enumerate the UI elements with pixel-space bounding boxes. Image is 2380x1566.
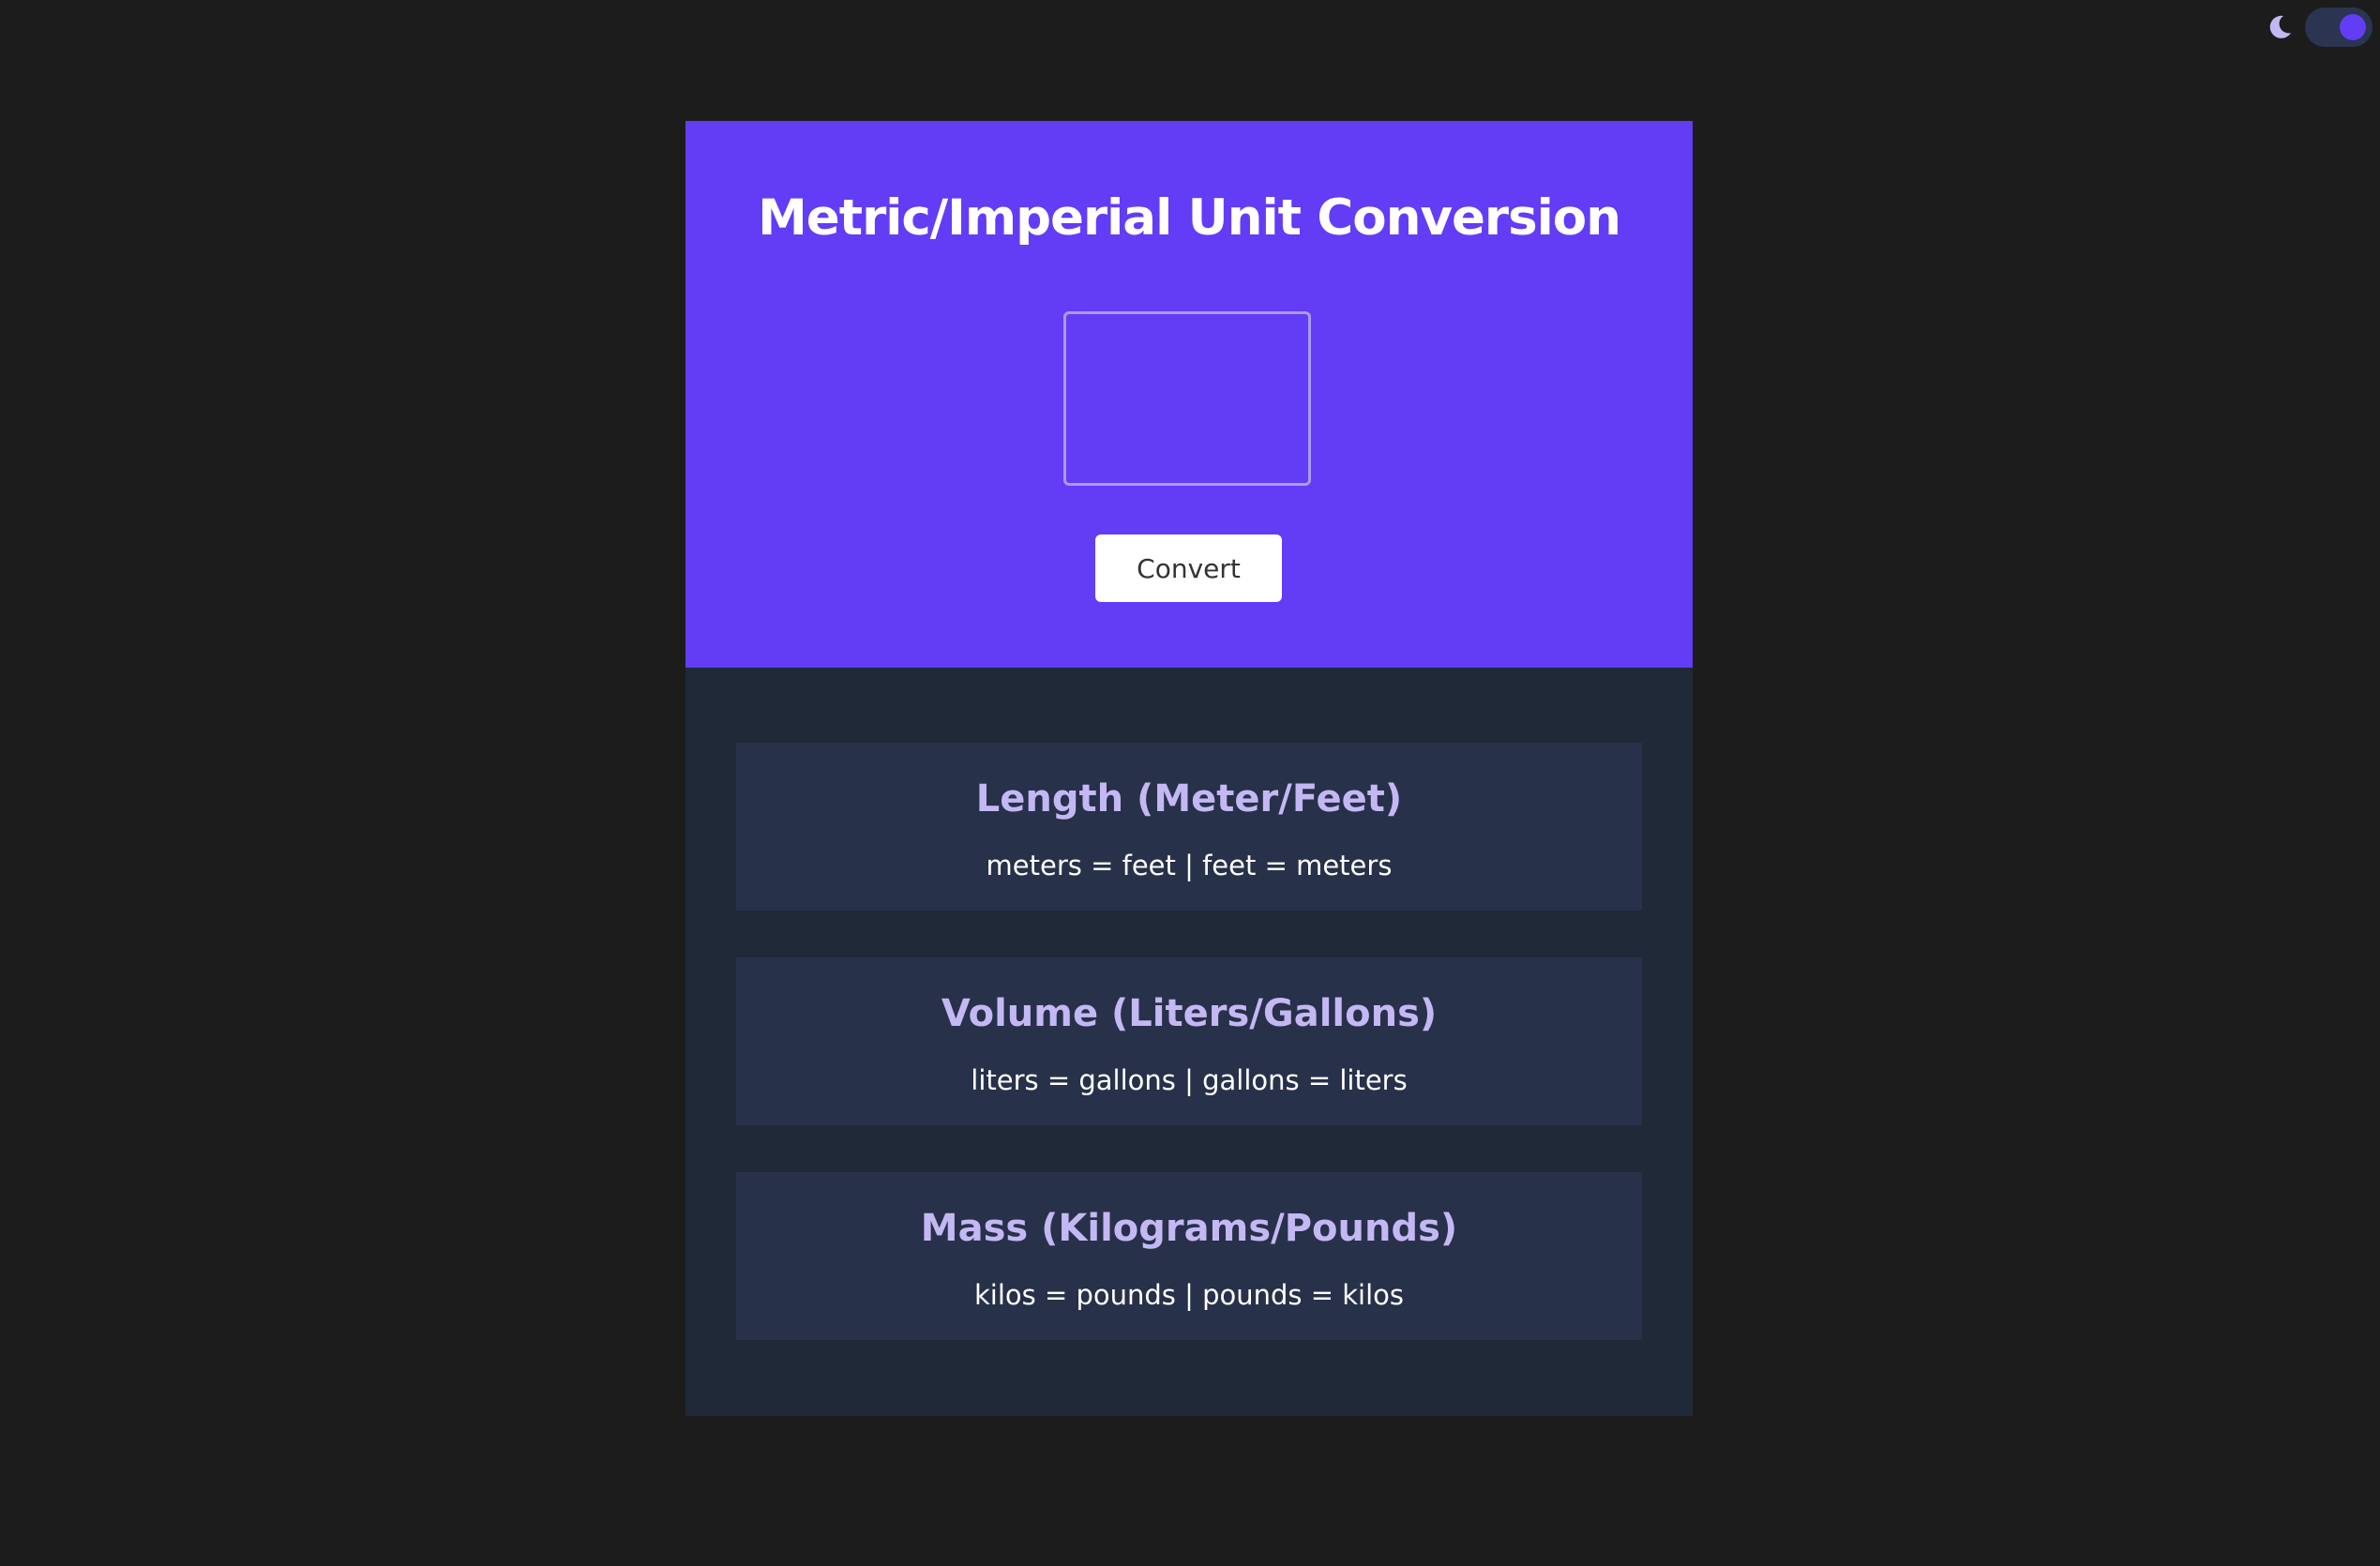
mass-result: kilos = pounds | pounds = kilos (973, 1279, 1405, 1311)
moon-icon (2269, 15, 2291, 38)
switch-knob (2340, 14, 2366, 40)
page-title: Metric/Imperial Unit Conversion (758, 189, 1621, 247)
volume-panel: Volume (Liters/Gallons) liters = gallons… (736, 957, 1642, 1125)
dark-mode-switch[interactable] (2305, 8, 2372, 47)
converter-card: Metric/Imperial Unit Conversion Convert … (685, 121, 1693, 1416)
volume-result: liters = gallons | gallons = liters (971, 1064, 1408, 1096)
length-result: meters = feet | feet = meters (986, 850, 1393, 881)
value-input[interactable] (1063, 311, 1311, 486)
length-panel: Length (Meter/Feet) meters = feet | feet… (736, 743, 1642, 911)
convert-button[interactable]: Convert (1095, 535, 1282, 602)
converter-header: Metric/Imperial Unit Conversion Convert (685, 121, 1693, 668)
page: Metric/Imperial Unit Conversion Convert … (0, 0, 2380, 1566)
volume-title: Volume (Liters/Gallons) (941, 992, 1438, 1035)
length-title: Length (Meter/Feet) (975, 777, 1403, 821)
theme-toggle (2266, 8, 2372, 47)
mass-panel: Mass (Kilograms/Pounds) kilos = pounds |… (736, 1172, 1642, 1340)
mass-title: Mass (Kilograms/Pounds) (920, 1207, 1458, 1250)
